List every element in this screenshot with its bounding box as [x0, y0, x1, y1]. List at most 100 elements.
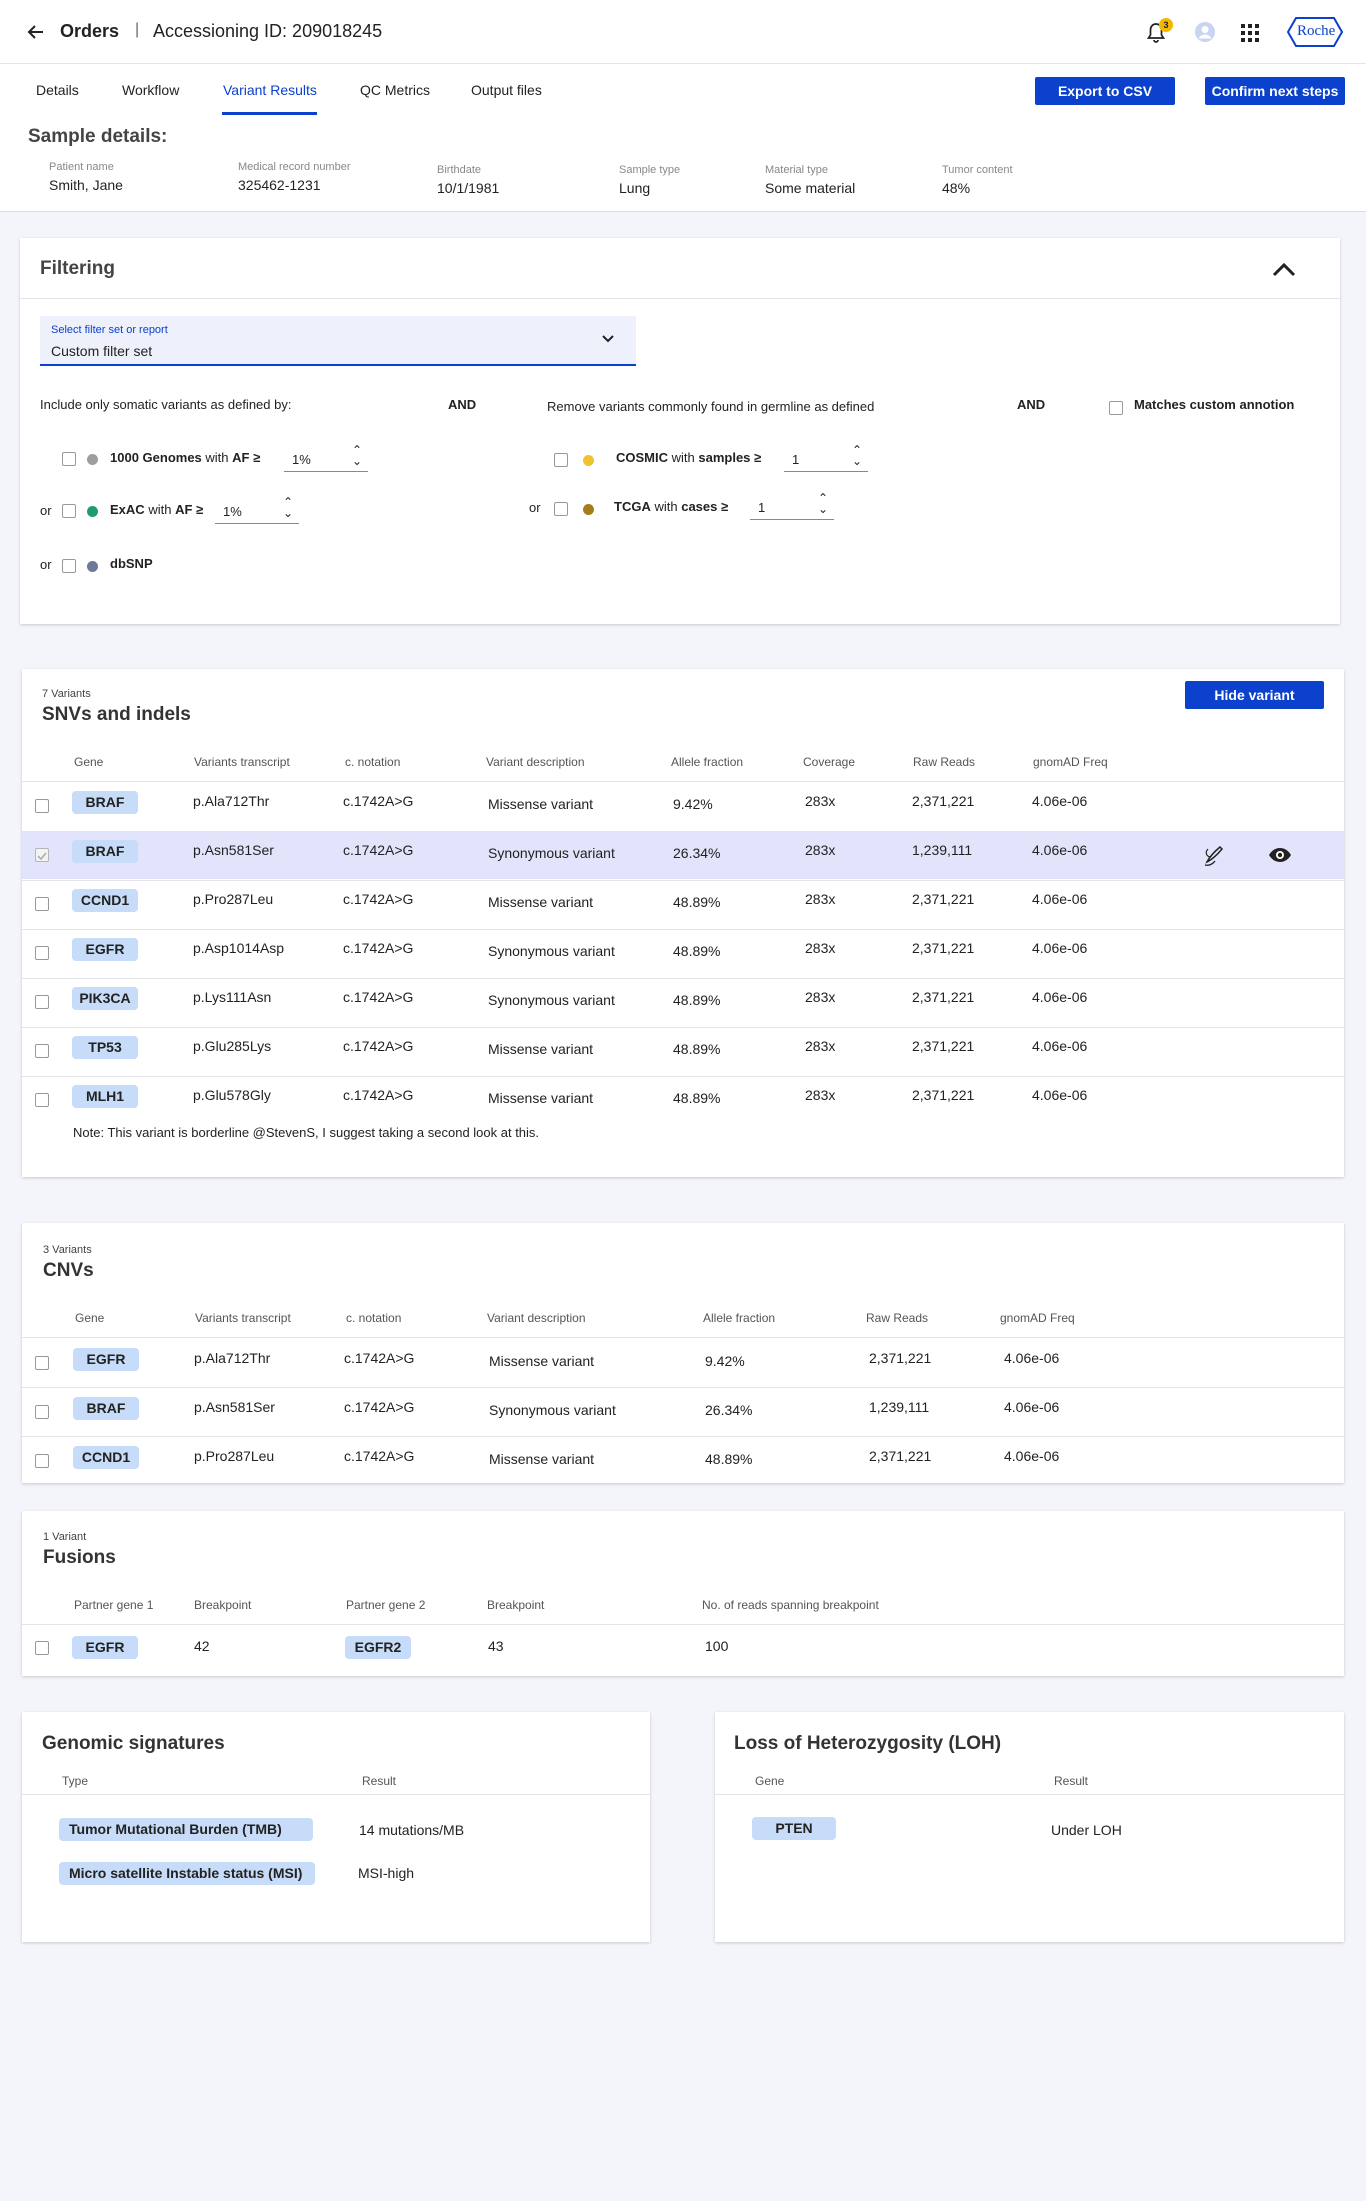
- stepper-arrows-icon[interactable]: ⌃ ⌄: [352, 444, 362, 467]
- tcga-label: TCGA with cases ≥: [614, 499, 729, 514]
- exac-checkbox[interactable]: [62, 504, 76, 518]
- cell-af: 9.42%: [673, 796, 713, 812]
- custom-annotation-checkbox[interactable]: [1109, 401, 1123, 415]
- cnv-count: 3 Variants: [43, 1244, 92, 1256]
- patient-name-label: Patient name: [49, 161, 114, 173]
- tcga-cases-stepper[interactable]: 1 ⌃ ⌄: [750, 492, 834, 520]
- gene-chip[interactable]: CCND1: [72, 889, 138, 912]
- gene-chip[interactable]: BRAF: [72, 840, 138, 863]
- tab-output-files[interactable]: Output files: [471, 82, 542, 98]
- notification-badge: 3: [1159, 18, 1173, 32]
- apps-grid-icon[interactable]: [1241, 24, 1259, 42]
- cell-cnot: c.1742A>G: [343, 1038, 414, 1054]
- gene-chip[interactable]: PTEN: [752, 1817, 836, 1840]
- 1000-genomes-checkbox[interactable]: [62, 452, 76, 466]
- gene-chip[interactable]: EGFR2: [345, 1636, 411, 1659]
- stepper-arrows-icon[interactable]: ⌃ ⌄: [852, 444, 862, 467]
- confirm-next-steps-button[interactable]: Confirm next steps: [1205, 77, 1345, 105]
- row-checkbox[interactable]: [35, 995, 49, 1009]
- row-divider: [22, 1436, 1344, 1437]
- row-checkbox[interactable]: [35, 897, 49, 911]
- stepper-arrows-icon[interactable]: ⌃ ⌄: [283, 496, 293, 519]
- tab-details[interactable]: Details: [36, 82, 79, 98]
- gene-chip[interactable]: BRAF: [73, 1397, 139, 1420]
- tab-variant-results[interactable]: Variant Results: [223, 82, 317, 98]
- cell-cov: 283x: [805, 1087, 836, 1103]
- row-checkbox[interactable]: [35, 946, 49, 960]
- arrow-left-icon[interactable]: [26, 22, 46, 42]
- cell-desc: Synonymous variant: [488, 845, 615, 861]
- col-header-variants-transcript: Variants transcript: [194, 755, 290, 769]
- row-checkbox[interactable]: [35, 1093, 49, 1107]
- sample-details-heading: Sample details:: [28, 126, 168, 147]
- row-divider: [22, 978, 1344, 979]
- chevron-down-icon[interactable]: [601, 334, 615, 344]
- cosmic-samples-stepper[interactable]: 1 ⌃ ⌄: [784, 444, 868, 472]
- cell-af: 48.89%: [673, 1041, 721, 1057]
- signature-chip-tmb[interactable]: Tumor Mutational Burden (TMB): [59, 1818, 313, 1841]
- page-title[interactable]: Orders: [60, 21, 119, 42]
- gene-chip[interactable]: BRAF: [72, 791, 138, 814]
- gene-chip[interactable]: EGFR: [72, 938, 138, 961]
- row-checkbox[interactable]: [35, 799, 49, 813]
- snv-title: SNVs and indels: [42, 704, 191, 725]
- cell-desc: Missense variant: [488, 1041, 594, 1057]
- row-divider: [22, 831, 1344, 832]
- exac-af-stepper[interactable]: 1% ⌃ ⌄: [215, 496, 299, 524]
- col-header-gnomad-freq: gnomAD Freq: [1000, 1311, 1075, 1325]
- cell-transcript: p.Pro287Leu: [194, 1448, 275, 1464]
- gene-chip[interactable]: PIK3CA: [72, 987, 138, 1010]
- cell-cnot: c.1742A>G: [343, 940, 414, 956]
- cell-cnot: c.1742A>G: [344, 1448, 415, 1464]
- or-label-dbsnp: or: [40, 557, 52, 572]
- signature-chip-msi[interactable]: Micro satellite Instable status (MSI): [59, 1862, 315, 1885]
- tab-qc-metrics[interactable]: QC Metrics: [360, 82, 430, 98]
- tcga-checkbox[interactable]: [554, 502, 568, 516]
- eye-icon[interactable]: [1268, 847, 1292, 863]
- cell-gnomad: 4.06e-06: [1032, 793, 1088, 809]
- gene-chip[interactable]: MLH1: [72, 1085, 138, 1108]
- exac-label: ExAC with AF ≥: [110, 502, 204, 517]
- row-checkbox[interactable]: [35, 1405, 49, 1419]
- gene-chip[interactable]: EGFR: [73, 1348, 139, 1371]
- cell-reads: 2,371,221: [869, 1448, 932, 1464]
- col-header-result: Result: [362, 1774, 397, 1788]
- cell-transcript: p.Asn581Ser: [193, 842, 274, 858]
- cosmic-dot: [583, 455, 594, 466]
- and-operator-1: AND: [448, 397, 477, 412]
- tumor-content-label: Tumor content: [942, 164, 1013, 176]
- row-checkbox[interactable]: [35, 1454, 49, 1468]
- cell-transcript: p.Ala712Thr: [194, 1350, 271, 1366]
- col-header-variant-description: Variant description: [487, 1311, 586, 1325]
- gene-chip[interactable]: EGFR: [72, 1636, 138, 1659]
- cell-gnomad: 4.06e-06: [1032, 989, 1088, 1005]
- hide-variant-button[interactable]: Hide variant: [1185, 681, 1324, 709]
- birthdate-value: 10/1/1981: [437, 180, 500, 196]
- row-checkbox[interactable]: [35, 1356, 49, 1370]
- cell-cov: 283x: [805, 891, 836, 907]
- gene-chip[interactable]: TP53: [72, 1036, 138, 1059]
- edit-note-icon[interactable]: [1202, 842, 1228, 868]
- avatar-icon[interactable]: [1194, 21, 1216, 43]
- mrn-value: 325462-1231: [238, 177, 321, 193]
- 1000-genomes-af-stepper[interactable]: 1% ⌃ ⌄: [284, 444, 368, 472]
- cosmic-checkbox[interactable]: [554, 453, 568, 467]
- dbsnp-checkbox[interactable]: [62, 559, 76, 573]
- exac-dot: [87, 506, 98, 517]
- patient-name-value: Smith, Jane: [49, 177, 123, 193]
- cell-reads: 1,239,111: [912, 842, 973, 858]
- accession-id: Accessioning ID: 209018245: [153, 21, 383, 41]
- variant-note: Note: This variant is borderline @Steven…: [73, 1125, 540, 1140]
- cell-cnot: c.1742A>G: [343, 891, 414, 907]
- export-csv-button[interactable]: Export to CSV: [1035, 77, 1175, 105]
- col-header-result: Result: [1054, 1774, 1089, 1788]
- row-checkbox[interactable]: [35, 848, 49, 862]
- col-header-gene: Gene: [75, 1311, 105, 1325]
- fusion-row-checkbox[interactable]: [35, 1641, 49, 1655]
- gene-chip[interactable]: CCND1: [73, 1446, 139, 1469]
- collapse-chevron-icon[interactable]: [1272, 261, 1296, 277]
- stepper-arrows-icon[interactable]: ⌃ ⌄: [818, 492, 828, 515]
- tab-workflow[interactable]: Workflow: [122, 82, 179, 98]
- row-checkbox[interactable]: [35, 1044, 49, 1058]
- top-bar: Orders | Accessioning ID: 209018245 3 Ro…: [0, 0, 1366, 64]
